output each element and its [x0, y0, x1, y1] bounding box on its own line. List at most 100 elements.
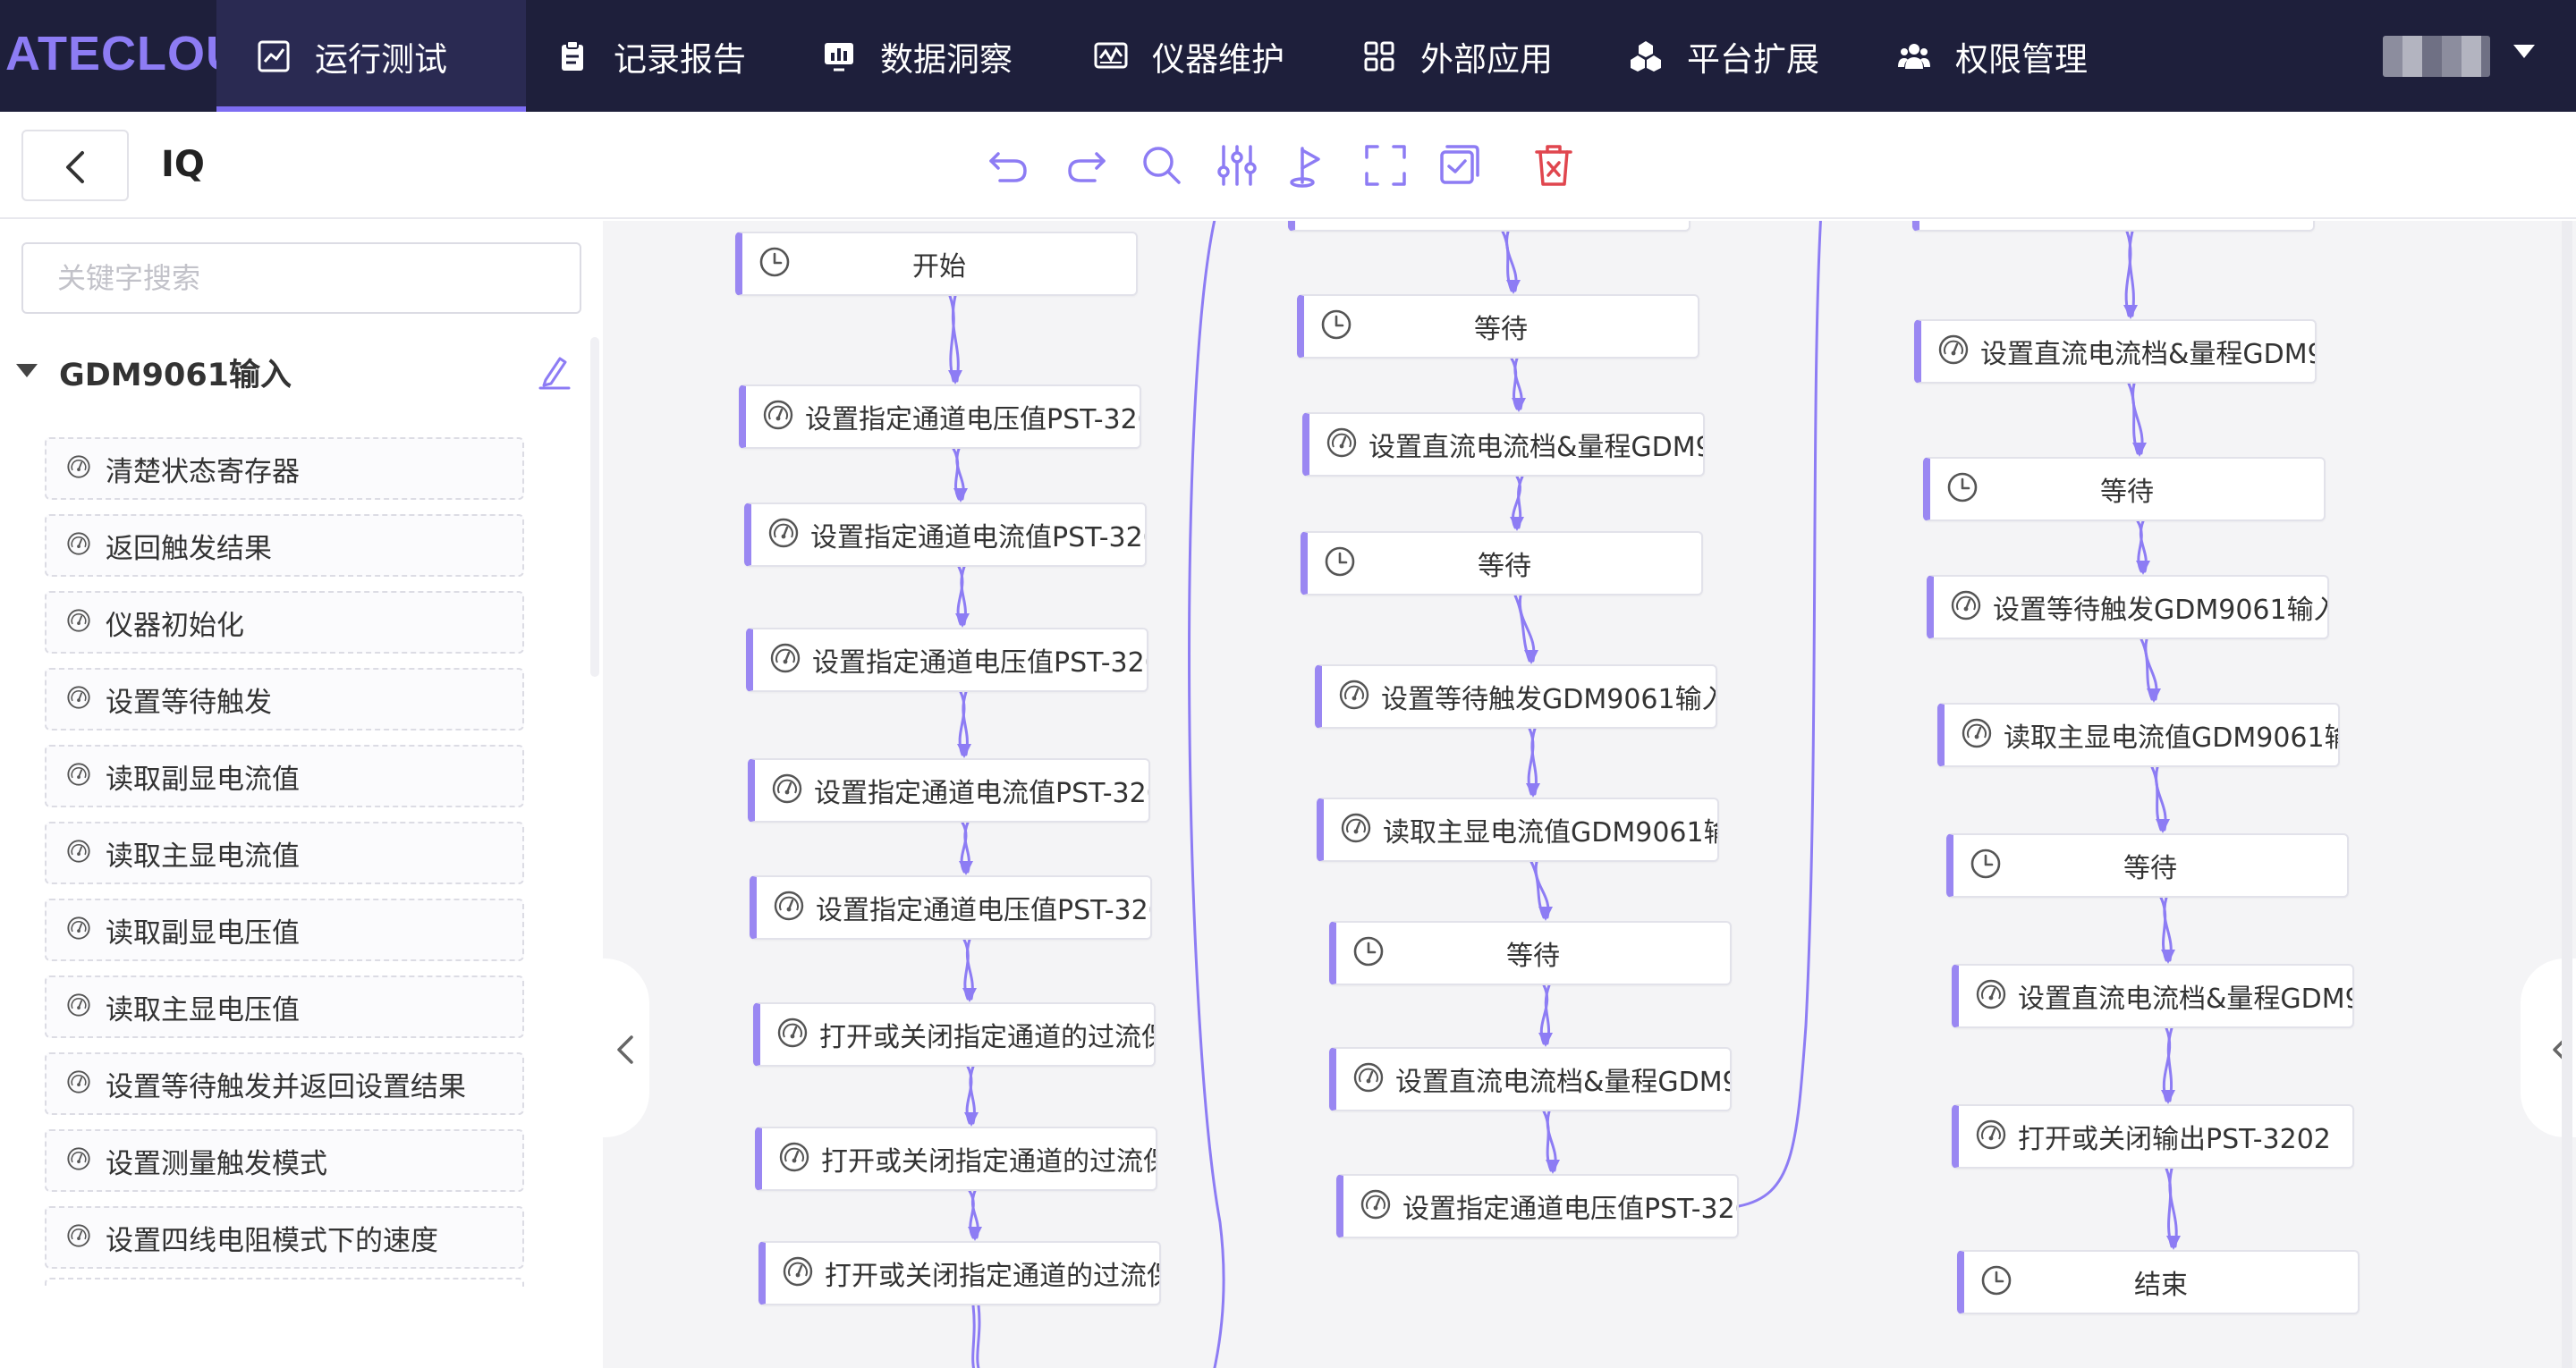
library-item[interactable]: 设置等待触发并返回设置结果 [45, 1052, 524, 1115]
arrow-head-icon [1538, 907, 1553, 921]
nav-tab-1[interactable]: 运行测试 [216, 0, 526, 112]
flow-node[interactable]: 读取主显电流值GDM9061输入 [1937, 703, 2340, 767]
flow-node[interactable]: 设置等待触发GDM9061输入 [1315, 664, 1717, 729]
flow-node-label: 设置等待触发GDM9061输入 [1993, 595, 2329, 626]
flow-node[interactable]: 等待 [1912, 221, 2315, 232]
flow-node[interactable]: 开始 [735, 232, 1138, 296]
nav-tab-6[interactable]: 平台扩展 [1628, 0, 1852, 112]
flow-canvas[interactable]: 开始设置指定通道电压值PST-3202 设置指定通道电流值PST-3202 设置指定… [603, 221, 2576, 1368]
monitor-wave-icon [1093, 38, 1129, 74]
flow-node[interactable]: 打开或关闭指定通道的过流保护 [755, 1127, 1157, 1191]
gauge-icon [1352, 1061, 1385, 1097]
library-item[interactable]: 设置四线电阻模式下的速度 [45, 1206, 524, 1269]
flow-node-label: 设置直流电流档&量程GDM9061 [1980, 339, 2315, 370]
library-scrollbar[interactable] [590, 337, 599, 677]
nav-tab-2[interactable]: 记录报告 [555, 0, 787, 112]
library-item[interactable]: 设置测量触发模式 [45, 1129, 524, 1192]
arrow-head-icon [955, 613, 970, 628]
flag-icon[interactable] [1284, 141, 1333, 190]
search-input[interactable] [21, 242, 581, 314]
flow-node-label: 设置指定通道电压值PST-3202 [812, 647, 1148, 679]
undo-icon[interactable] [984, 141, 1032, 190]
library-item[interactable]: 设置等待触发 [45, 668, 524, 730]
chevron-down-icon[interactable] [2513, 45, 2535, 58]
flow-node[interactable]: 等待 [1329, 921, 1732, 985]
library-item[interactable]: 读取主显电压值 [45, 975, 524, 1038]
library-item[interactable]: 读取主显电流值 [45, 822, 524, 884]
chevron-left-icon [617, 1035, 633, 1064]
list-item[interactable] [45, 1278, 524, 1287]
arrow-head-icon [1526, 783, 1540, 798]
flow-node[interactable]: 设置直流电流档&量程GDM9061 [1952, 964, 2354, 1028]
library-item[interactable]: 返回触发结果 [45, 514, 524, 577]
gauge-icon [778, 1141, 810, 1177]
flow-node[interactable]: 设置指定通道电压值PST-3202 [739, 384, 1141, 449]
gauge-icon [1326, 426, 1358, 462]
canvas-scrollbar[interactable] [2562, 221, 2572, 1368]
flow-node[interactable]: 打开或关闭输出PST-3202 [1952, 1104, 2354, 1169]
flow-node[interactable]: 设置指定通道电流值PST-3202 [744, 502, 1147, 567]
nav-tab-4[interactable]: 仪器维护 [1093, 0, 1317, 112]
flow-node-label: 等待 [2100, 477, 2154, 508]
library-item-label: 读取主显电流值 [106, 840, 300, 873]
flow-node[interactable]: 设置指定通道电流值PST-3202 [748, 758, 1150, 823]
flow-node[interactable]: 等待 [1297, 294, 1699, 359]
library-group-title[interactable]: GDM9061输入 [59, 350, 292, 395]
library-item-label: 仪器初始化 [106, 609, 244, 642]
flow-node[interactable]: 设置指定通道电压值PST-3202 [1336, 1174, 1739, 1238]
arrow-head-icon [959, 861, 973, 875]
library-item[interactable]: 读取副显电流值 [45, 745, 524, 807]
flow-connector [971, 1304, 976, 1368]
nav-tab-3[interactable]: 数据洞察 [821, 0, 1045, 112]
flow-node[interactable]: 设置直流电流档&量程GDM9061 [1302, 412, 1705, 477]
nav-tab-5[interactable]: 外部应用 [1361, 0, 1585, 112]
settings-sliders-icon[interactable] [1213, 141, 1261, 190]
checklist-icon[interactable] [1435, 141, 1483, 190]
flow-node[interactable]: 设置直流电流档&量程GDM9061 [1288, 221, 1690, 232]
flow-connector [951, 294, 960, 383]
nav-tab-label: 外部应用 [1420, 39, 1553, 79]
zoom-icon[interactable] [1138, 141, 1186, 190]
gauge-icon [1950, 589, 1982, 625]
arrow-head-icon [2161, 950, 2175, 964]
flow-loop-connector [1188, 221, 1225, 1368]
gauge-icon [769, 642, 801, 678]
nav-tab-label: 仪器维护 [1152, 39, 1284, 79]
flow-node[interactable]: 结束 [1957, 1250, 2360, 1314]
redo-icon[interactable] [1063, 141, 1111, 190]
flow-connector [976, 1304, 981, 1368]
fit-screen-icon[interactable] [1361, 141, 1410, 190]
flow-node[interactable]: 设置指定通道电压值PST-3202 [750, 875, 1152, 940]
library-item[interactable]: 仪器初始化 [45, 591, 524, 654]
gauge-icon [782, 1255, 814, 1291]
flow-node[interactable]: 设置直流电流档&量程GDM9061 [1329, 1047, 1732, 1111]
gauge-icon [773, 890, 805, 925]
nav-tab-label: 记录报告 [614, 39, 746, 79]
back-button[interactable] [21, 130, 129, 201]
gauge-icon [1975, 1119, 2007, 1154]
flow-node[interactable]: 设置等待触发GDM9061输入 [1927, 575, 2329, 639]
bar-chart-icon [821, 38, 857, 74]
collapse-library-button[interactable] [603, 958, 649, 1137]
arrow-head-icon [2136, 561, 2150, 575]
library-item[interactable]: 清楚状态寄存器 [45, 437, 524, 500]
flow-node[interactable]: 读取主显电流值GDM9061输入 [1317, 798, 1719, 862]
nav-tab-7[interactable]: 权限管理 [1896, 0, 2120, 112]
edit-pen-icon[interactable] [535, 351, 574, 394]
delete-icon[interactable] [1530, 141, 1578, 190]
flow-node[interactable]: 等待 [1946, 833, 2349, 898]
library-item-label: 读取副显电压值 [106, 916, 300, 950]
arrow-head-icon [2161, 1090, 2175, 1104]
flow-node[interactable]: 设置直流电流档&量程GDM9061 [1914, 319, 2317, 384]
flow-title: IQ [161, 144, 205, 185]
flow-node[interactable]: 等待 [1923, 457, 2326, 521]
flow-node[interactable]: 打开或关闭指定通道的过流保护 [753, 1002, 1156, 1067]
caret-down-icon[interactable] [16, 364, 38, 377]
user-avatar[interactable] [2383, 36, 2490, 77]
flow-node[interactable]: 设置指定通道电压值PST-3202 [746, 628, 1148, 692]
flow-node[interactable]: 打开或关闭指定通道的过流保护 [758, 1241, 1161, 1305]
flow-node-label: 打开或关闭输出PST-3202 [2018, 1124, 2331, 1155]
library-item-label: 设置等待触发并返回设置结果 [106, 1070, 466, 1103]
library-item[interactable]: 读取副显电压值 [45, 899, 524, 961]
flow-node[interactable]: 等待 [1301, 531, 1703, 595]
